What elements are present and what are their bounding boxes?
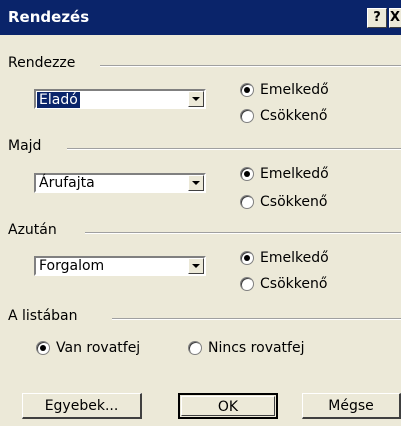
dropdown-arrow-icon[interactable]	[188, 175, 204, 191]
radio-label: Nincs rovatfej	[208, 340, 305, 356]
radio-label: Csökkenő	[260, 276, 328, 292]
has-header-row-radio[interactable]: Van rovatfej	[36, 340, 140, 356]
group-separator-line	[100, 65, 401, 67]
radio-label: Csökkenő	[260, 194, 328, 210]
group-separator-line	[85, 232, 401, 234]
help-button[interactable]: ?	[367, 8, 387, 28]
dropdown-arrow-icon[interactable]	[188, 258, 204, 274]
then-by-descending-radio[interactable]: Csökkenő	[240, 194, 327, 210]
group-title-header-row: A listában	[8, 308, 84, 324]
after-that-combobox[interactable]: Forgalom	[34, 256, 206, 276]
radio-checked-icon	[240, 83, 254, 97]
ok-button[interactable]: OK	[178, 393, 278, 419]
radio-checked-icon	[36, 341, 50, 355]
radio-label: Csökkenő	[260, 108, 328, 124]
radio-label: Emelkedő	[260, 82, 329, 98]
radio-unchecked-icon	[240, 277, 254, 291]
group-title-after-that: Azután	[8, 222, 63, 238]
cancel-button[interactable]: Mégse	[302, 393, 401, 419]
sort-by-ascending-radio[interactable]: Emelkedő	[240, 82, 329, 98]
options-button[interactable]: Egyebek...	[22, 393, 142, 419]
after-that-descending-radio[interactable]: Csökkenő	[240, 276, 327, 292]
radio-checked-icon	[240, 167, 254, 181]
sort-by-descending-radio[interactable]: Csökkenő	[240, 108, 327, 124]
radio-checked-icon	[240, 251, 254, 265]
no-header-row-radio[interactable]: Nincs rovatfej	[188, 340, 304, 356]
radio-unchecked-icon	[240, 109, 254, 123]
then-by-combobox[interactable]: Árufajta	[34, 173, 206, 193]
title-bar: Rendezés ? X	[0, 0, 401, 35]
after-that-ascending-radio[interactable]: Emelkedő	[240, 250, 329, 266]
close-button[interactable]: X	[389, 8, 401, 28]
then-by-value: Árufajta	[39, 175, 95, 191]
group-title-sort-by: Rendezze	[8, 55, 82, 71]
sort-by-combobox[interactable]: Eladó	[34, 89, 206, 109]
radio-label: Emelkedő	[260, 250, 329, 266]
sort-by-value: Eladó	[37, 92, 80, 108]
group-title-then-by: Majd	[8, 138, 48, 154]
radio-unchecked-icon	[240, 195, 254, 209]
after-that-value: Forgalom	[39, 258, 105, 274]
radio-unchecked-icon	[188, 341, 202, 355]
group-separator-line	[67, 148, 401, 150]
then-by-ascending-radio[interactable]: Emelkedő	[240, 166, 329, 182]
radio-label: Van rovatfej	[56, 340, 141, 356]
radio-label: Emelkedő	[260, 166, 329, 182]
dialog-title: Rendezés	[8, 8, 90, 26]
dropdown-arrow-icon[interactable]	[188, 91, 204, 107]
group-separator-line	[112, 318, 401, 320]
